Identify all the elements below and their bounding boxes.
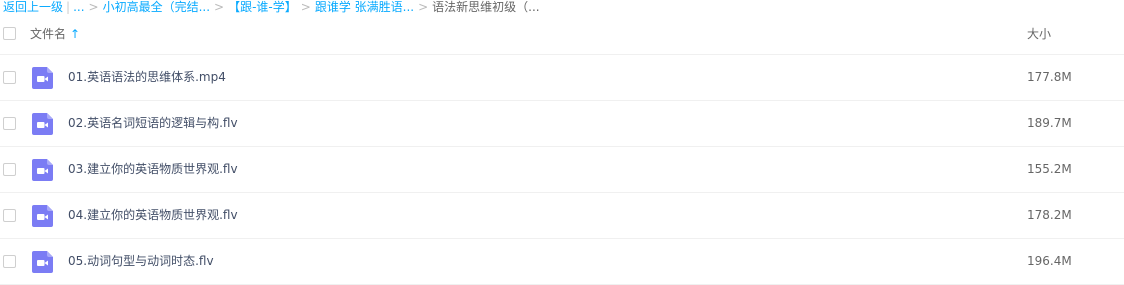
video-file-icon xyxy=(32,204,53,227)
select-all-checkbox[interactable] xyxy=(3,27,16,40)
breadcrumb-item-1[interactable]: 小初高最全（完结... xyxy=(103,0,210,14)
name-column-header[interactable]: 文件名 ↑ xyxy=(30,14,80,54)
file-name[interactable]: 04.建立你的英语物质世界观.flv xyxy=(68,193,238,238)
breadcrumb-item-3[interactable]: 跟谁学 张满胜语... xyxy=(315,0,414,14)
video-file-icon xyxy=(32,112,53,135)
file-checkbox[interactable] xyxy=(3,208,16,222)
file-name[interactable]: 03.建立你的英语物质世界观.flv xyxy=(68,147,238,192)
file-size: 177.8M xyxy=(1027,70,1072,84)
file-row[interactable]: 02.英语名词短语的逻辑与构.flv 189.7M xyxy=(0,101,1124,147)
sort-up-icon: ↑ xyxy=(70,27,81,41)
file-name[interactable]: 02.英语名词短语的逻辑与构.flv xyxy=(68,101,238,146)
file-name[interactable]: 05.动词句型与动词时态.flv xyxy=(68,239,214,284)
video-file-icon xyxy=(32,250,53,273)
file-row[interactable]: 01.英语语法的思维体系.mp4 177.8M xyxy=(0,55,1124,101)
file-list: 01.英语语法的思维体系.mp4 177.8M 02.英语名词短语的逻辑与构.flv… xyxy=(0,55,1124,285)
list-header: 文件名 ↑ 大小 xyxy=(0,14,1124,55)
video-file-icon xyxy=(32,66,53,89)
file-name[interactable]: 01.英语语法的思维体系.mp4 xyxy=(68,55,226,100)
file-size: 155.2M xyxy=(1027,162,1072,176)
file-row[interactable]: 04.建立你的英语物质世界观.flv 178.2M xyxy=(0,193,1124,239)
file-checkbox[interactable] xyxy=(3,116,16,130)
back-link[interactable]: 返回上一级 xyxy=(3,0,63,14)
file-row[interactable]: 03.建立你的英语物质世界观.flv 155.2M xyxy=(0,147,1124,193)
breadcrumb-item-ellipsis[interactable]: ... xyxy=(73,0,84,14)
size-column-header[interactable]: 大小 xyxy=(1027,14,1051,54)
video-file-icon xyxy=(32,158,53,181)
file-checkbox[interactable] xyxy=(3,70,16,84)
file-checkbox[interactable] xyxy=(3,162,16,176)
breadcrumb-current: 语法新思维初级（... xyxy=(432,0,540,14)
file-size: 196.4M xyxy=(1027,254,1072,268)
file-checkbox[interactable] xyxy=(3,254,16,268)
breadcrumb-item-2[interactable]: 【跟-谁-学】 xyxy=(228,0,297,14)
breadcrumb: 返回上一级 |... > 小初高最全（完结... > 【跟-谁-学】 > 跟谁学 张满胜语..… xyxy=(3,0,540,14)
file-size: 178.2M xyxy=(1027,208,1072,222)
file-row[interactable]: 05.动词句型与动词时态.flv 196.4M xyxy=(0,239,1124,285)
file-size: 189.7M xyxy=(1027,116,1072,130)
name-column-label: 文件名 xyxy=(30,27,67,41)
